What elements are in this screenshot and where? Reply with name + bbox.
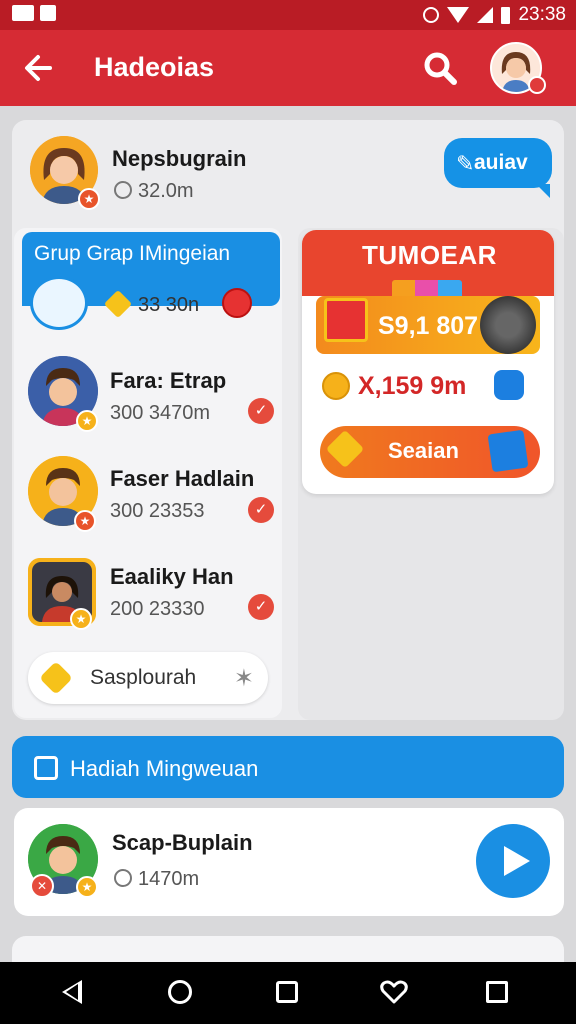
badge-icon [494, 370, 524, 400]
profile-stat: 32.0m [114, 180, 194, 203]
gift-icon [324, 298, 368, 342]
star-badge: ★ [70, 608, 92, 630]
star-badge: ★ [78, 188, 100, 210]
member-stat: 200 23330 [110, 598, 205, 620]
nav-back-icon[interactable] [62, 980, 82, 1004]
check-icon[interactable]: ✓ [248, 497, 274, 523]
check-icon[interactable]: ✓ [248, 398, 274, 424]
suggest-label: Sasplourah [90, 666, 197, 689]
reward-title: TUMOEAR [362, 240, 497, 270]
sparkle-icon: ✶ [233, 665, 254, 692]
member-stat: 300 23353 [110, 500, 205, 522]
chat-bubble-label: auiav [474, 151, 528, 174]
profile-stat-value: 32.0m [138, 180, 194, 202]
star-icon [39, 661, 73, 695]
nav-home-icon[interactable] [168, 980, 192, 1004]
weekly-item-stat: 1470m [114, 868, 199, 891]
cube-icon [30, 276, 88, 330]
weekly-item-name: Scap-Buplain [112, 830, 253, 855]
status-time: 23:38 [518, 4, 566, 25]
play-button[interactable] [476, 824, 550, 898]
coin-icon [322, 372, 350, 400]
back-arrow-icon[interactable] [20, 50, 56, 86]
star-badge: ★ [76, 410, 98, 432]
wifi-icon [447, 7, 470, 23]
member-name: Fara: Etrap [110, 368, 227, 393]
chat-bubble-button[interactable]: ✎ auiav [444, 138, 552, 198]
weekly-label: Hadiah Mingweuan [70, 756, 259, 781]
nav-square-icon[interactable] [486, 981, 508, 1003]
bomb-icon [222, 288, 252, 318]
group-count: 33 30n [138, 294, 200, 316]
member-name: Faser Hadlain [110, 466, 255, 491]
profile-notification-badge [528, 76, 546, 94]
notification-icons [12, 5, 56, 21]
navigation-bar [0, 962, 576, 1024]
coin-amount: X,159 9m [358, 372, 467, 400]
status-indicators: 23:38 [423, 4, 566, 26]
member-name: Eaaliky Han [110, 564, 234, 589]
check-circle-icon [114, 869, 132, 887]
check-icon[interactable]: ✓ [248, 594, 274, 620]
member-stat: 300 3470m [110, 402, 211, 424]
star-badge: ★ [76, 876, 98, 898]
battery-icon [501, 6, 511, 24]
mail-notification-icon [12, 5, 34, 21]
profile-name: Nepsbugrain [112, 146, 247, 171]
app-notification-icon [40, 5, 56, 21]
app-title: Hadeoias [94, 52, 215, 82]
heart-icon[interactable] [380, 980, 408, 1004]
search-icon[interactable] [420, 48, 460, 88]
session-label: Seaian [388, 438, 459, 463]
app-bar: Hadeoias [0, 30, 576, 106]
star-badge: ★ [74, 510, 96, 532]
reward-amount: S9,1 807 [378, 312, 479, 340]
goggles-icon [480, 296, 536, 354]
group-title: Grup Grap IMingeian [34, 242, 231, 265]
close-badge-icon: ✕ [30, 874, 54, 898]
suggest-button[interactable]: Sasplourah ✶ [28, 652, 268, 704]
check-circle-icon [114, 181, 132, 199]
book-icon [487, 429, 529, 473]
calendar-icon [34, 756, 58, 780]
chat-bubble-icon: ✎ [456, 151, 475, 176]
signal-icon [477, 7, 494, 23]
status-bar: 23:38 [0, 0, 576, 30]
alarm-icon [423, 7, 440, 23]
nav-recents-icon[interactable] [276, 981, 298, 1003]
weekly-item-stat-value: 1470m [138, 868, 200, 890]
